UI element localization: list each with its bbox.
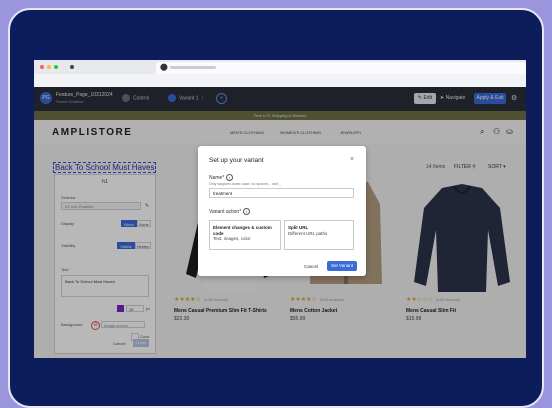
modal-title: Set up your variant — [209, 157, 264, 164]
browser-tab[interactable]: ⬤ — [156, 62, 526, 74]
variant-name-input[interactable]: treatment — [209, 188, 354, 198]
info-icon[interactable]: i — [226, 174, 234, 181]
name-hint: Only supports lower-case, no spaces, - a… — [209, 182, 282, 186]
cancel-button[interactable]: Cancel — [304, 264, 318, 269]
tab-title-bar — [170, 66, 216, 69]
close-dot[interactable] — [40, 65, 44, 69]
logo-icon: ⬤ — [160, 64, 168, 71]
browser-chrome: ⬤ — [34, 60, 526, 74]
info-icon[interactable]: i — [243, 208, 251, 215]
close-icon[interactable]: × — [350, 156, 354, 163]
set-variant-button[interactable]: Set Variant — [327, 261, 357, 271]
name-label: Name* i — [209, 174, 234, 181]
browser-window: ⬤ AMPLISTORE MEN'S CLOTHING WOMEN'S CLOT… — [34, 60, 526, 358]
option-split-url[interactable]: Split URL Different URL paths — [284, 220, 354, 250]
variant-setup-modal: Set up your variant × Name* i Only suppor… — [198, 146, 366, 276]
variant-action-label: Variant action* i — [209, 208, 251, 215]
option-title: Element changes & custom code — [213, 225, 272, 236]
maximize-dot[interactable] — [54, 65, 58, 69]
minimize-dot[interactable] — [47, 65, 51, 69]
tab-dot — [70, 65, 74, 69]
option-description: Different URL paths — [288, 230, 328, 236]
option-description: Text, images, color — [213, 236, 251, 241]
option-element-changes[interactable]: Element changes & custom code Text, imag… — [209, 220, 281, 250]
